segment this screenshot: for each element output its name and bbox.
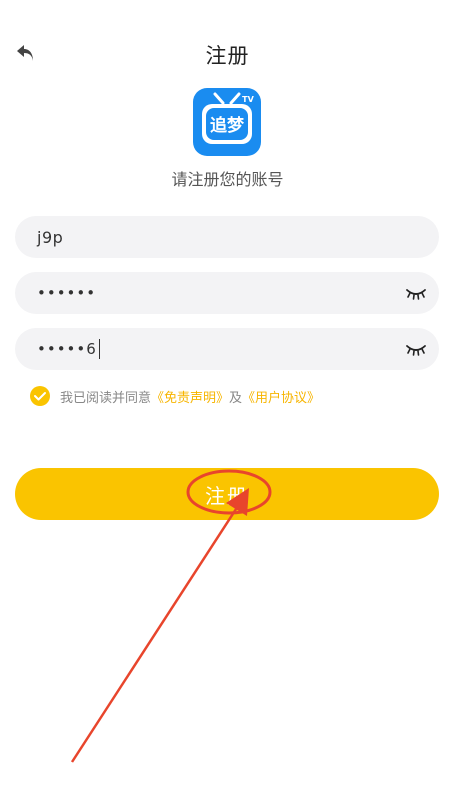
confirm-password-value: •••••6 [37, 340, 97, 358]
register-button[interactable]: 注册 [15, 468, 439, 520]
eye-closed-icon[interactable] [405, 341, 427, 357]
user-agreement-link[interactable]: 《用户协议》 [242, 387, 320, 406]
confirm-password-field[interactable]: •••••6 [15, 328, 439, 370]
agreement-checkbox[interactable] [30, 386, 50, 406]
agreement-and: 及 [229, 390, 243, 406]
disclaimer-link[interactable]: 《免责声明》 [151, 387, 229, 406]
annotation-arrow-line [70, 505, 240, 763]
agreement-text: 我已阅读并同意 [60, 390, 152, 406]
agreement-row: 我已阅读并同意 《免责声明》 及 《用户协议》 [30, 385, 320, 407]
username-field[interactable]: j9p [15, 216, 439, 258]
app-logo: 追梦 TV [193, 86, 261, 156]
password-field[interactable]: •••••• [15, 272, 439, 314]
page-title: 注册 [205, 44, 250, 68]
password-value: •••••• [37, 284, 97, 302]
logo-badge: TV [242, 95, 254, 104]
text-cursor [98, 339, 101, 359]
logo-text: 追梦 [210, 115, 245, 136]
page-subtitle: 请注册您的账号 [171, 170, 284, 189]
eye-closed-icon[interactable] [405, 285, 427, 301]
username-value: j9p [37, 227, 64, 247]
